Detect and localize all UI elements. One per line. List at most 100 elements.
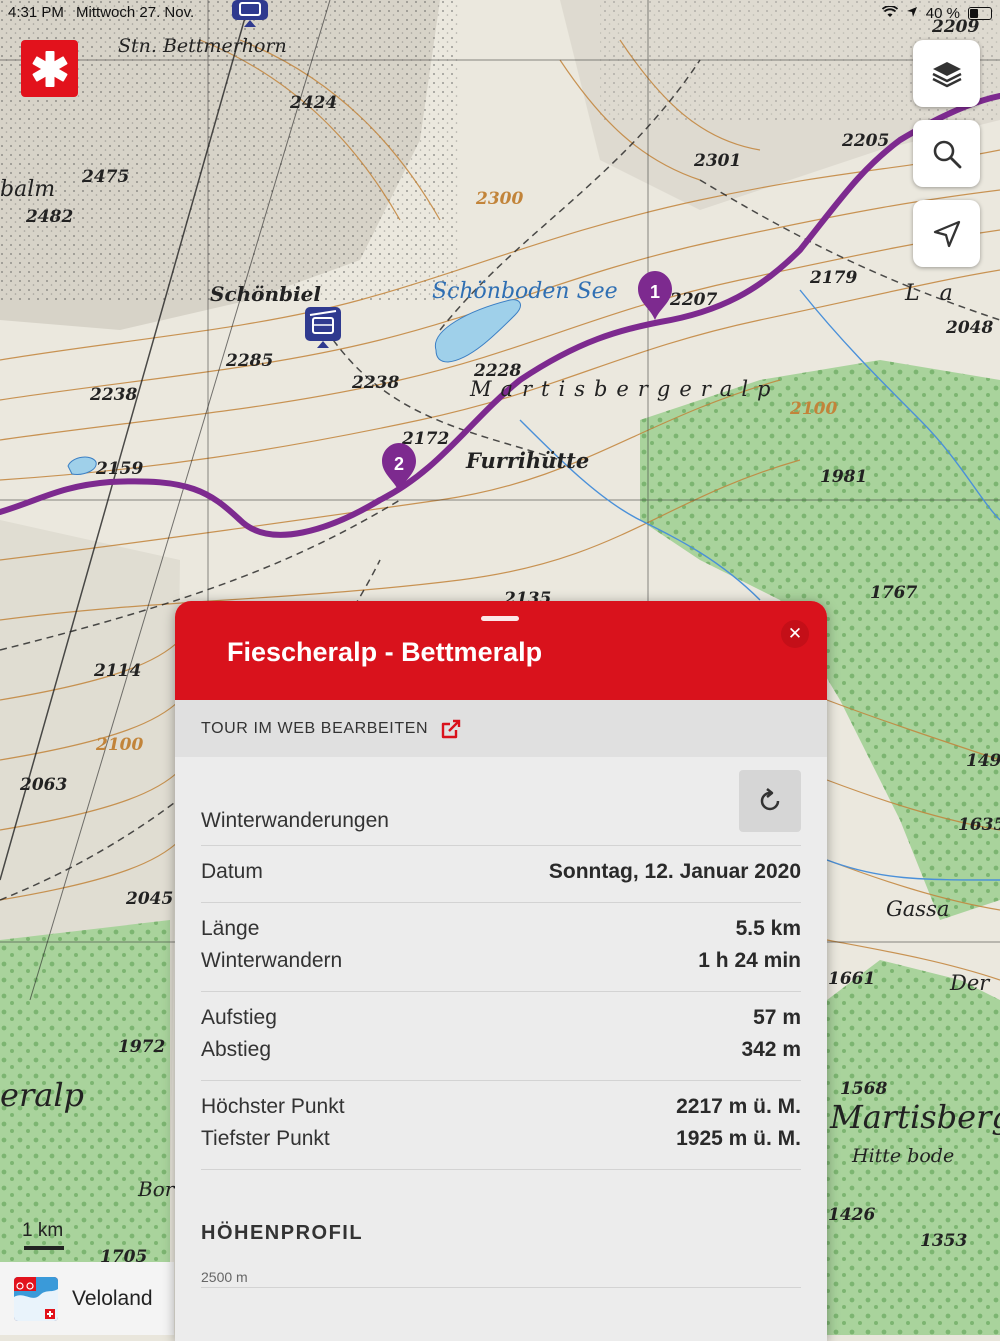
map-label-furrihuette: Furrihütte (465, 448, 589, 473)
elevation-change-group: Aufstieg 57 m Abstieg 342 m (201, 992, 801, 1081)
map-label-martisberg: Martisberg (829, 1098, 1000, 1136)
map-label-bor: Bor (137, 1177, 176, 1201)
status-time: 4:31 PM (8, 4, 64, 21)
descent-row: Abstieg 342 m (201, 1034, 801, 1066)
length-label: Länge (201, 917, 260, 940)
map-label-hitte-bode: Hitte bode (851, 1145, 954, 1167)
elevation-label: 1426 (828, 1205, 875, 1225)
panel-header: Fiescheralp - Bettmeralp ✕ (175, 601, 827, 700)
elevation-label: 2424 (289, 93, 337, 113)
map-label-bettmerhorn: Stn. Bettmerhorn (118, 35, 287, 57)
elevation-label: 149 (966, 751, 1000, 771)
elevation-label: 2482 (25, 207, 73, 227)
elevation-label: 2238 (89, 385, 137, 405)
elevation-label: 1981 (820, 467, 867, 487)
elevation-label: 2207 (669, 290, 717, 310)
elevation-label: 1972 (118, 1037, 165, 1057)
date-label: Datum (201, 860, 263, 883)
battery-icon (968, 6, 992, 20)
date-group: Datum Sonntag, 12. Januar 2020 (201, 846, 801, 903)
map-label-eralp: eralp (0, 1076, 84, 1114)
elevation-profile-title: HÖHENPROFIL (201, 1222, 364, 1244)
tour-title: Fiescheralp - Bettmeralp (227, 637, 543, 667)
elevation-label: 2238 (351, 373, 399, 393)
asterisk-icon (32, 50, 67, 87)
elevation-label: 2048 (945, 318, 993, 338)
veloland-button[interactable]: Veloland (0, 1262, 174, 1335)
scale-bar (24, 1246, 64, 1250)
external-link-icon (441, 719, 461, 738)
svg-text:1: 1 (650, 282, 660, 302)
close-icon: ✕ (787, 624, 803, 643)
elevation-profile-axis-label: 2500 m (201, 1269, 801, 1288)
status-bar: 4:31 PM Mittwoch 27. Nov. 40 % (8, 4, 992, 22)
ascent-label: Aufstieg (201, 1006, 277, 1029)
ascent-value: 57 m (753, 1006, 801, 1029)
svg-text:2: 2 (394, 454, 404, 474)
wifi-icon (881, 4, 898, 22)
layers-button[interactable] (913, 40, 980, 107)
map-label-der: Der (949, 971, 991, 995)
elevation-label: 2159 (95, 459, 143, 479)
veloland-icon (14, 1276, 58, 1321)
refresh-icon (760, 788, 780, 811)
refresh-button[interactable] (739, 770, 801, 832)
map-scale: 1 km (22, 1220, 64, 1250)
lowest-label: Tiefster Punkt (201, 1127, 330, 1150)
elevation-label: 2100 (95, 735, 143, 755)
edit-tour-link[interactable]: TOUR IM WEB BEARBEITEN (175, 700, 827, 757)
veloland-label: Veloland (72, 1286, 153, 1310)
date-row: Datum Sonntag, 12. Januar 2020 (201, 856, 801, 888)
elevation-label: 1635 (958, 815, 1000, 835)
elevation-label: 2285 (225, 351, 273, 371)
elevation-label: 1661 (828, 969, 875, 989)
elevation-label: 2300 (475, 189, 523, 209)
elevation-label: 2114 (93, 661, 141, 681)
lowest-value: 1925 m ü. M. (676, 1127, 801, 1150)
elevation-label: 2228 (473, 361, 521, 381)
length-value: 5.5 km (735, 917, 801, 940)
scale-label: 1 km (22, 1220, 64, 1241)
length-group: Länge 5.5 km Winterwandern 1 h 24 min (201, 903, 801, 992)
elevation-label: 2179 (809, 268, 857, 288)
category-row: Winterwanderungen (201, 757, 801, 846)
duration-row: Winterwandern 1 h 24 min (201, 945, 801, 977)
location-status-icon (906, 5, 918, 22)
elevation-label: 1568 (840, 1079, 887, 1099)
map-label-schoenbiel: Schönbiel (210, 282, 321, 306)
close-button[interactable]: ✕ (781, 620, 809, 648)
tour-category: Winterwanderungen (201, 809, 389, 832)
duration-label: Winterwandern (201, 949, 343, 972)
app-logo[interactable] (21, 40, 78, 97)
elevation-label: 2205 (841, 131, 889, 151)
elevation-label: 2172 (401, 429, 449, 449)
map-label-schoenboden-see: Schönboden See (432, 279, 618, 304)
ascent-row: Aufstieg 57 m (201, 1002, 801, 1034)
length-row: Länge 5.5 km (201, 913, 801, 945)
location-arrow-icon (933, 220, 960, 247)
map-label-balm: balm (0, 177, 55, 202)
edit-tour-label: TOUR IM WEB BEARBEITEN (201, 719, 429, 737)
duration-value: 1 h 24 min (698, 949, 801, 972)
extreme-points-group: Höchster Punkt 2217 m ü. M. Tiefster Pun… (201, 1081, 801, 1170)
map-label-la: La (904, 281, 973, 306)
layers-icon (931, 61, 962, 87)
highest-value: 2217 m ü. M. (676, 1095, 801, 1118)
highest-row: Höchster Punkt 2217 m ü. M. (201, 1091, 801, 1123)
tour-detail-panel: Fiescheralp - Bettmeralp ✕ TOUR IM WEB B… (175, 601, 827, 1341)
descent-label: Abstieg (201, 1038, 272, 1061)
elevation-label: 1353 (920, 1231, 967, 1251)
elevation-label: 1767 (870, 583, 917, 603)
elevation-label: 2045 (125, 889, 173, 909)
search-button[interactable] (913, 120, 980, 187)
date-value: Sonntag, 12. Januar 2020 (548, 860, 801, 883)
elevation-label: 2063 (19, 775, 67, 795)
locate-button[interactable] (913, 200, 980, 267)
highest-label: Höchster Punkt (201, 1095, 345, 1118)
battery-percent: 40 % (925, 4, 960, 22)
elevation-label: 2475 (81, 167, 129, 187)
descent-value: 342 m (741, 1038, 801, 1061)
map-label-gassa: Gassa (886, 897, 949, 921)
drag-handle[interactable] (481, 616, 519, 621)
lowest-row: Tiefster Punkt 1925 m ü. M. (201, 1123, 801, 1155)
